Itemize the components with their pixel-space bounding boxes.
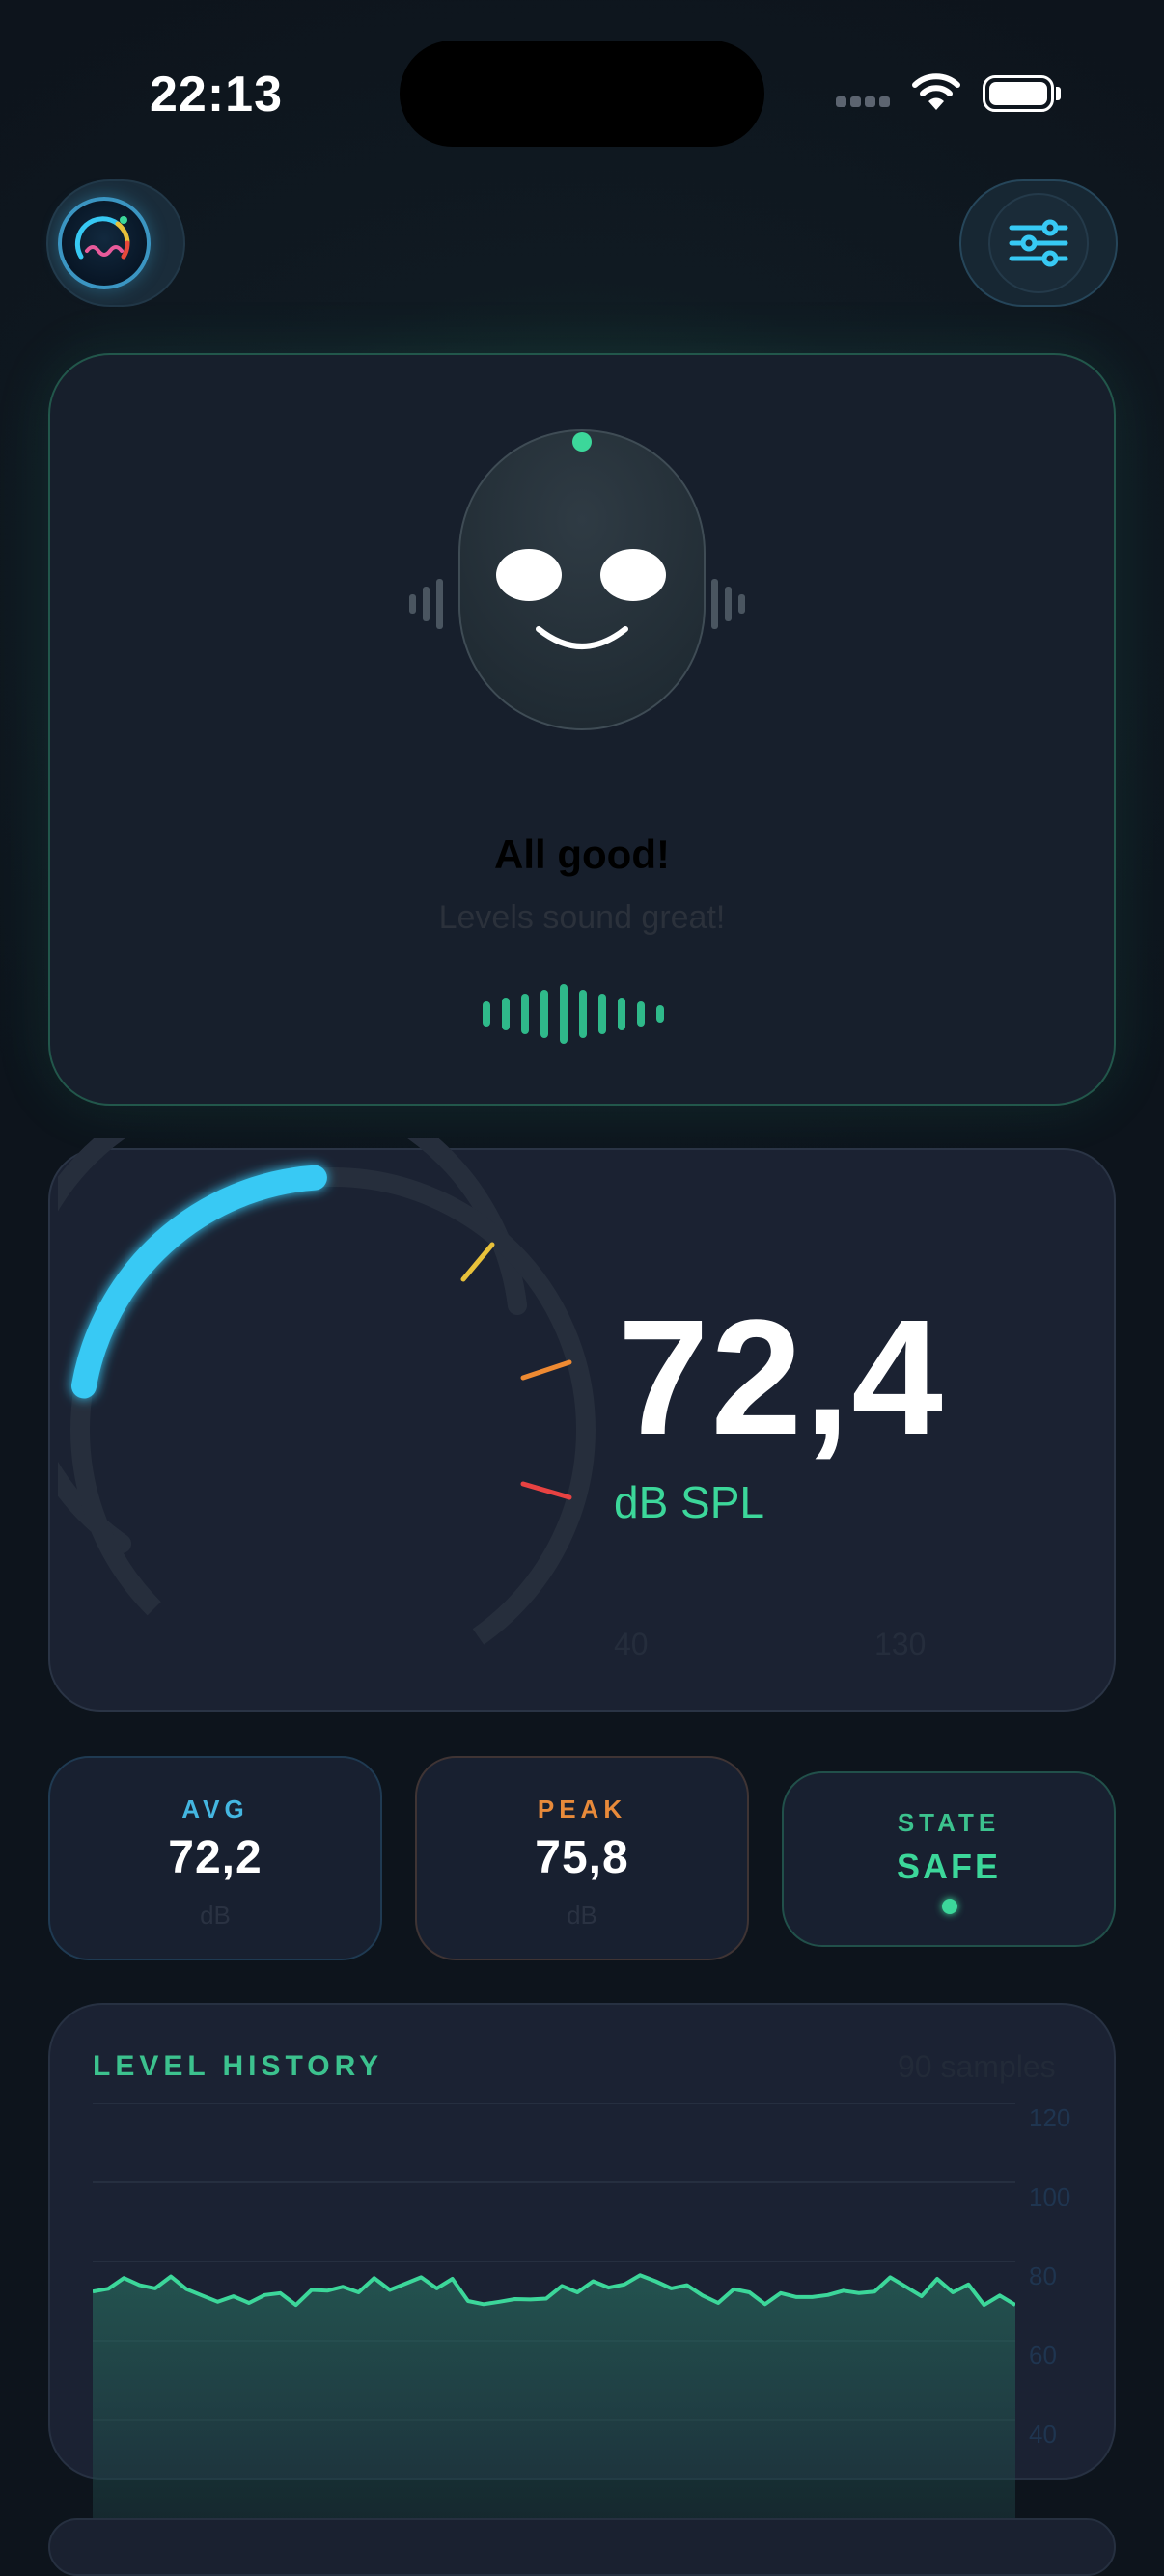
avg-unit: dB bbox=[200, 1901, 231, 1930]
y-axis-label: 40 bbox=[1029, 2420, 1057, 2449]
battery-tip bbox=[1056, 87, 1061, 100]
scale-max-label: 130 bbox=[874, 1627, 927, 1661]
state-value: SAFE bbox=[896, 1847, 1001, 1886]
sound-wave-icon bbox=[483, 984, 664, 1044]
signal-dot-icon bbox=[879, 96, 890, 107]
y-axis-label: 80 bbox=[1029, 2261, 1057, 2290]
gauge-level-arc bbox=[71, 1165, 327, 1399]
peak-label: PEAK bbox=[537, 1795, 627, 1823]
mascot-face bbox=[409, 429, 745, 730]
y-axis-label: 120 bbox=[1029, 2103, 1071, 2132]
next-card-edge bbox=[48, 2518, 1116, 2576]
peak-unit: dB bbox=[567, 1901, 597, 1930]
level-gauge bbox=[58, 1138, 596, 1692]
sliders-icon bbox=[988, 193, 1089, 293]
avg-stat-card: AVG 72,2 dB bbox=[48, 1756, 382, 1960]
gauge-tick-caution bbox=[460, 1242, 495, 1282]
wifi-icon bbox=[912, 73, 960, 110]
status-subtitle: Levels sound great! bbox=[438, 899, 726, 936]
signal-dot-icon bbox=[836, 96, 846, 107]
scale-min-label: 40 bbox=[614, 1627, 649, 1661]
avg-label: AVG bbox=[181, 1795, 249, 1823]
current-level-value: 72,4 bbox=[618, 1286, 945, 1469]
history-samples-count: 90 samples bbox=[898, 2049, 1056, 2084]
status-title: All good! bbox=[494, 832, 670, 877]
dynamic-island bbox=[400, 41, 764, 147]
peak-stat-card: PEAK 75,8 dB bbox=[415, 1756, 749, 1960]
level-history-chart bbox=[93, 2103, 1015, 2530]
current-level-unit: dB SPL bbox=[614, 1477, 764, 1527]
status-time: 22:13 bbox=[150, 67, 283, 123]
signal-dot-icon bbox=[865, 96, 875, 107]
app-logo-icon bbox=[58, 197, 151, 289]
gauge-tick-danger bbox=[520, 1481, 572, 1500]
state-stat-card: STATE SAFE bbox=[782, 1771, 1116, 1947]
gauge-tick-warning bbox=[520, 1359, 572, 1381]
history-area bbox=[93, 2275, 1015, 2530]
peak-value: 75,8 bbox=[535, 1832, 629, 1883]
state-label: STATE bbox=[897, 1808, 1001, 1837]
avg-value: 72,2 bbox=[168, 1832, 263, 1883]
y-axis-label: 100 bbox=[1029, 2182, 1071, 2211]
signal-dot-icon bbox=[850, 96, 861, 107]
state-indicator-dot bbox=[942, 1899, 957, 1914]
y-axis-label: 60 bbox=[1029, 2341, 1057, 2370]
history-title: LEVEL HISTORY bbox=[93, 2050, 384, 2082]
battery-icon bbox=[983, 75, 1054, 112]
